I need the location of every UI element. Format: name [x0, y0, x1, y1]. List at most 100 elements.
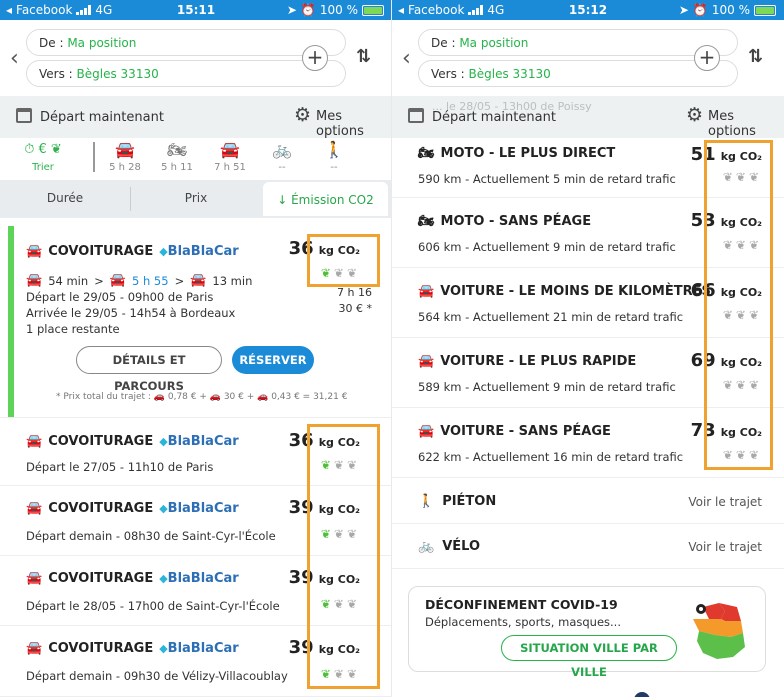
leaf-icon: ❦ — [735, 308, 749, 322]
leaf-icon: ❦ — [722, 448, 736, 462]
route-row[interactable]: 🚘 VOITURE - LE MOINS DE KILOMÈTRES 564 km… — [392, 268, 784, 338]
bike-row[interactable]: 🚲 VÉLO Voir le trajet — [392, 525, 784, 569]
route-row[interactable]: 🚘 VOITURE - LE PLUS RAPIDE 589 km - Actue… — [392, 338, 784, 408]
leaf-icon: ❦ — [333, 667, 347, 681]
covid-subtitle: Déplacements, sports, masques... — [425, 615, 621, 629]
leaf-icon: ❦ — [333, 458, 347, 472]
covid-banner: DÉCONFINEMENT COVID-19 Déplacements, spo… — [408, 586, 766, 679]
to-field[interactable]: Vers : Bègles 33130 — [26, 60, 346, 87]
leaf-rating: ❦❦❦ — [723, 448, 762, 462]
battery-icon — [362, 4, 384, 16]
co2-value: 73 kg CO₂ — [690, 420, 762, 441]
options-button[interactable]: Mes options — [708, 109, 784, 139]
carpool-card[interactable]: 🚘 COVOITURAGE ◆BlaBlaCar Départ le 28/05… — [0, 557, 392, 626]
details-button[interactable]: DÉTAILS ET PARCOURS — [76, 346, 222, 393]
carpool-card[interactable]: 🚘 COVOITURAGE ◆BlaBlaCar Départ demain -… — [0, 487, 392, 556]
carpool-card-expanded[interactable]: 🚘 COVOITURAGE ◆BlaBlaCar 🚘 54 min > 🚘 5 h … — [0, 226, 392, 418]
leaf-icon: ❦ — [320, 266, 334, 280]
leaf-rating: ❦❦❦ — [723, 238, 762, 252]
trip-duration: 7 h 16 — [337, 286, 372, 299]
leaf-icon: ❦ — [320, 527, 334, 541]
car-icon: 🚘 — [418, 354, 435, 369]
france-map-icon — [693, 603, 745, 659]
route-row[interactable]: 🚘 VOITURE - SANS PÉAGE 622 km - Actuellem… — [392, 408, 784, 478]
tab-emission-co2[interactable]: ↓ Émission CO2 — [263, 182, 388, 216]
car-icon: 🚘 — [418, 284, 435, 299]
leaf-rating: ❦❦❦ — [321, 458, 360, 472]
car-icon: 🚘 — [26, 244, 43, 259]
swap-icon[interactable]: ⇅ — [356, 46, 371, 67]
mode-walk[interactable]: 🚶 -- — [309, 138, 359, 173]
leaf-icon: ❦ — [722, 378, 736, 392]
bike-icon: 🚲 — [272, 140, 292, 159]
motorbike-icon: 🏍 — [418, 214, 435, 229]
add-stop-button[interactable]: + — [694, 45, 720, 71]
transport-modes: ⏱ € ❦ Trier 🚘 5 h 28 🏍 5 h 11 🚘 7 h 51 🚲… — [0, 138, 392, 180]
route-row[interactable]: 🏍 MOTO - LE PLUS DIRECT 590 km - Actuelle… — [392, 138, 784, 198]
swap-icon[interactable]: ⇅ — [748, 46, 763, 67]
car-icon: 🚘 — [26, 571, 43, 586]
route-row[interactable]: 🏍 MOTO - SANS PÉAGE 606 km - Actuellement… — [392, 198, 784, 268]
leaf-icon: ❦ — [333, 266, 347, 280]
tab-duree[interactable]: Durée — [0, 180, 130, 218]
calendar-icon — [16, 108, 32, 123]
gear-icon[interactable]: ⚙ — [294, 104, 311, 126]
back-arrow-icon[interactable]: ‹ — [10, 46, 19, 71]
car-icon: 🚘 — [26, 273, 43, 288]
motorbike-icon: 🏍 — [418, 146, 435, 161]
battery-label: 100 % — [319, 3, 358, 17]
blablacar-logo: ◆BlaBlaCar — [159, 434, 239, 449]
back-arrow-icon[interactable]: ‹ — [402, 46, 411, 71]
car-icon: 🚘 — [190, 273, 207, 288]
leaf-icon: ❦ — [346, 527, 360, 541]
mode-bike[interactable]: 🚲 -- — [257, 138, 307, 173]
car-icon: 🚘 — [220, 140, 240, 159]
departure-time-button[interactable]: Départ maintenant — [432, 110, 556, 125]
from-field[interactable]: De : Ma position — [418, 29, 738, 56]
leaf-icon: ❦ — [748, 238, 762, 252]
reserve-button[interactable]: RÉSERVER — [232, 346, 314, 374]
city-situation-button[interactable]: SITUATION VILLE PAR VILLE — [501, 635, 677, 679]
mode-moto[interactable]: 🏍 5 h 11 — [152, 138, 202, 173]
co2-value: 39 kg CO₂ — [288, 497, 360, 518]
leaf-icon: ❦ — [735, 238, 749, 252]
location-icon: ➤ — [678, 3, 689, 17]
tab-prix[interactable]: Prix — [131, 180, 261, 218]
departure-time-button[interactable]: Départ maintenant — [40, 110, 164, 125]
leaf-rating: ❦❦❦ — [321, 667, 360, 681]
sort-mode[interactable]: ⏱ € ❦ Trier — [18, 138, 68, 173]
walk-row[interactable]: 🚶 PIÉTON Voir le trajet — [392, 480, 784, 524]
co2-value: 66 kg CO₂ — [690, 280, 762, 301]
mode-car[interactable]: 🚘 5 h 28 — [100, 138, 150, 173]
co2-value: 51 kg CO₂ — [690, 144, 762, 165]
leaf-icon: ❦ — [320, 597, 334, 611]
alarm-icon: ⏰ — [692, 3, 708, 17]
walker-icon: 🚶 — [418, 494, 435, 509]
add-stop-button[interactable]: + — [302, 45, 328, 71]
options-button[interactable]: Mes options — [316, 109, 392, 139]
co2-value: 39 kg CO₂ — [288, 637, 360, 658]
to-field[interactable]: Vers : Bègles 33130 — [418, 60, 738, 87]
leaf-icon: ❦ — [748, 308, 762, 322]
mode-carpool[interactable]: 🚘 7 h 51 — [205, 138, 255, 173]
departure-bar: Départ maintenant ⚙ Mes options — [0, 96, 392, 139]
leaf-rating: ❦❦❦ — [723, 378, 762, 392]
leaf-icon: ❦ — [333, 527, 347, 541]
calendar-icon — [408, 108, 424, 123]
leaf-icon: ❦ — [346, 458, 360, 472]
bike-route-link[interactable]: Voir le trajet — [688, 540, 762, 554]
location-icon: ➤ — [286, 3, 297, 17]
car-icon: 🚘 — [26, 501, 43, 516]
carpool-card[interactable]: 🚘 COVOITURAGE ◆BlaBlaCar Départ demain -… — [0, 627, 392, 697]
from-field[interactable]: De : Ma position — [26, 29, 346, 56]
co2-value: 36 kg CO₂ — [288, 238, 360, 259]
gear-icon[interactable]: ⚙ — [686, 104, 703, 126]
route-header: ‹ De : Ma position Vers : Bègles 33130 +… — [392, 20, 784, 96]
leaf-icon: ❦ — [346, 597, 360, 611]
alarm-icon: ⏰ — [300, 3, 316, 17]
co2-value: 69 kg CO₂ — [690, 350, 762, 371]
leaf-icon: ❦ — [320, 458, 334, 472]
walk-route-link[interactable]: Voir le trajet — [688, 495, 762, 509]
carpool-card[interactable]: 🚘 COVOITURAGE ◆BlaBlaCar Départ le 27/05… — [0, 424, 392, 486]
leaf-icon: ❦ — [346, 266, 360, 280]
